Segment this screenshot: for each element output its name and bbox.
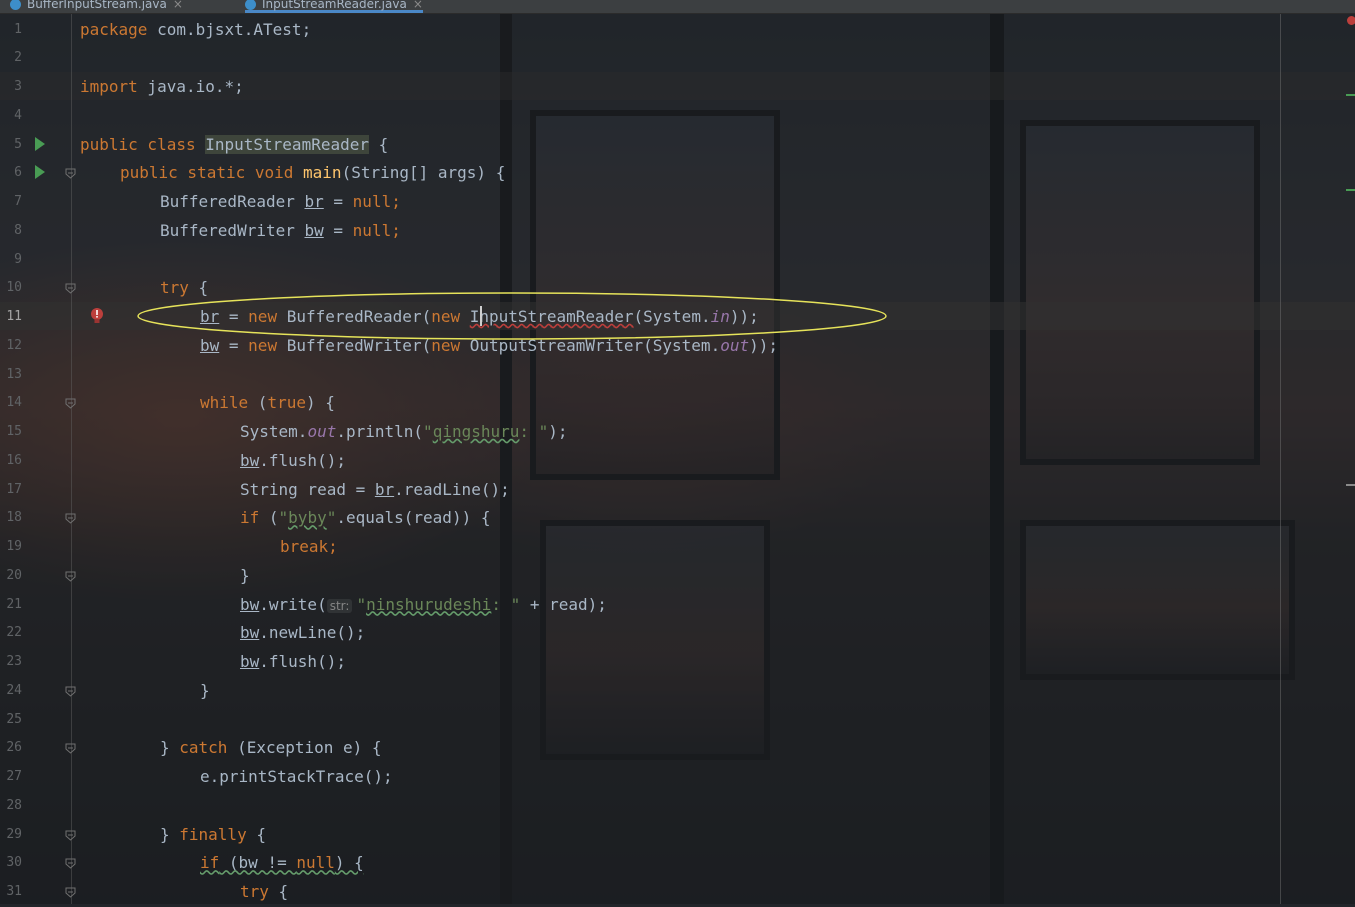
line-number[interactable]: 30 xyxy=(0,849,22,878)
line-number[interactable]: 1 xyxy=(0,16,22,45)
run-gutter-icon[interactable] xyxy=(35,165,45,180)
line-number[interactable]: 8 xyxy=(0,217,22,246)
line-number[interactable]: 15 xyxy=(0,418,22,447)
line-number[interactable]: 21 xyxy=(0,591,22,620)
code-line-14[interactable]: while (true) { xyxy=(200,389,335,418)
fold-icon[interactable] xyxy=(65,743,76,754)
fold-icon[interactable] xyxy=(65,686,76,697)
error-stripe[interactable] xyxy=(1343,14,1355,904)
stripe-mark[interactable] xyxy=(1346,94,1355,96)
line-number[interactable]: 16 xyxy=(0,447,22,476)
fold-icon[interactable] xyxy=(65,398,76,409)
code-line-17[interactable]: String read = br.readLine(); xyxy=(240,476,510,505)
line-number[interactable]: 5 xyxy=(0,131,22,160)
line-number[interactable]: 19 xyxy=(0,533,22,562)
line-number[interactable]: 28 xyxy=(0,792,22,821)
code-line-18[interactable]: if ("byby".equals(read)) { xyxy=(240,504,490,533)
line-number[interactable]: 11 xyxy=(0,303,22,332)
code-line-23[interactable]: bw.flush(); xyxy=(240,648,346,677)
fold-icon[interactable] xyxy=(65,830,76,841)
code-line-31[interactable]: try { xyxy=(240,878,288,907)
line-number[interactable]: 9 xyxy=(0,246,22,275)
code-line-12[interactable]: bw = new BufferedWriter(new OutputStream… xyxy=(200,332,778,361)
code-line-19[interactable]: break; xyxy=(280,533,338,562)
line-number[interactable]: 3 xyxy=(0,73,22,102)
unresolved-class-reference: InputStreamReader xyxy=(469,307,634,326)
fold-icon[interactable] xyxy=(65,887,76,898)
line-number[interactable]: 7 xyxy=(0,188,22,217)
code-line-7[interactable]: BufferedReader br = null; xyxy=(160,188,401,217)
run-gutter-icon[interactable] xyxy=(35,136,45,151)
code-line-16[interactable]: bw.flush(); xyxy=(240,447,346,476)
line-number[interactable]: 29 xyxy=(0,821,22,850)
line-number[interactable]: 24 xyxy=(0,677,22,706)
stripe-mark[interactable] xyxy=(1346,484,1355,486)
code-line-5[interactable]: public class InputStreamReader { xyxy=(80,131,388,160)
line-number[interactable]: 26 xyxy=(0,734,22,763)
fold-icon[interactable] xyxy=(65,858,76,869)
line-number[interactable]: 25 xyxy=(0,706,22,735)
close-icon[interactable]: × xyxy=(413,0,423,11)
line-number[interactable]: 13 xyxy=(0,361,22,390)
code-line-29[interactable]: } finally { xyxy=(160,821,266,850)
parameter-hint: str: xyxy=(326,598,353,613)
code-line-24[interactable]: } xyxy=(200,677,210,706)
editor-tab-bar: BufferInputStream.java × InputStreamReade… xyxy=(0,0,1355,14)
editor-gutter[interactable]: 1 2 3 4 5 6 7 8 9 10 11 12 13 14 15 16 17 18 19 20 21 22 23 24 2… xyxy=(0,14,103,907)
line-number[interactable]: 14 xyxy=(0,389,22,418)
stripe-mark[interactable] xyxy=(1346,189,1355,191)
line-number[interactable]: 31 xyxy=(0,878,22,907)
line-number[interactable]: 4 xyxy=(0,102,22,131)
fold-icon[interactable] xyxy=(65,513,76,524)
code-line-21[interactable]: bw.write(str: "ninshurudeshi: " + read); xyxy=(240,591,607,620)
fold-icon[interactable] xyxy=(65,571,76,582)
tab-inputstreamreader[interactable]: InputStreamReader.java × xyxy=(245,0,423,13)
code-line-6[interactable]: public static void main(String[] args) { xyxy=(120,159,505,188)
code-line-20[interactable]: } xyxy=(240,562,250,591)
code-line-30[interactable]: if (bw != null) { xyxy=(200,849,364,878)
line-number[interactable]: 22 xyxy=(0,619,22,648)
line-number[interactable]: 6 xyxy=(0,159,22,188)
code-line-1[interactable]: package com.bjsxt.ATest; xyxy=(80,16,311,45)
right-margin-guide xyxy=(1280,14,1281,904)
fold-icon[interactable] xyxy=(65,283,76,294)
code-line-22[interactable]: bw.newLine(); xyxy=(240,619,365,648)
fold-icon[interactable] xyxy=(65,168,76,179)
line-number[interactable]: 18 xyxy=(0,504,22,533)
java-class-icon xyxy=(245,0,256,10)
java-class-icon xyxy=(10,0,21,10)
line-number[interactable]: 10 xyxy=(0,274,22,303)
error-bulb-icon[interactable] xyxy=(90,307,104,325)
code-line-3[interactable]: import java.io.*; xyxy=(80,73,244,102)
line-number[interactable]: 20 xyxy=(0,562,22,591)
code-line-10[interactable]: try { xyxy=(160,274,208,303)
code-line-8[interactable]: BufferedWriter bw = null; xyxy=(160,217,401,246)
text-caret xyxy=(480,306,482,326)
code-line-15[interactable]: System.out.println("qingshuru: "); xyxy=(240,418,568,447)
line-number[interactable]: 2 xyxy=(0,44,22,73)
line-number[interactable]: 12 xyxy=(0,332,22,361)
code-line-27[interactable]: e.printStackTrace(); xyxy=(200,763,393,792)
line-number[interactable]: 27 xyxy=(0,763,22,792)
error-indicator-icon[interactable] xyxy=(1347,16,1355,25)
line-number[interactable]: 17 xyxy=(0,476,22,505)
line-number[interactable]: 23 xyxy=(0,648,22,677)
tab-bufferinputstream[interactable]: BufferInputStream.java × xyxy=(10,0,183,13)
code-line-26[interactable]: } catch (Exception e) { xyxy=(160,734,382,763)
code-editor[interactable]: 1 2 3 4 5 6 7 8 9 10 11 12 13 14 15 16 17 18 19 20 21 22 23 24 2… xyxy=(0,14,1355,904)
close-icon[interactable]: × xyxy=(173,0,183,11)
